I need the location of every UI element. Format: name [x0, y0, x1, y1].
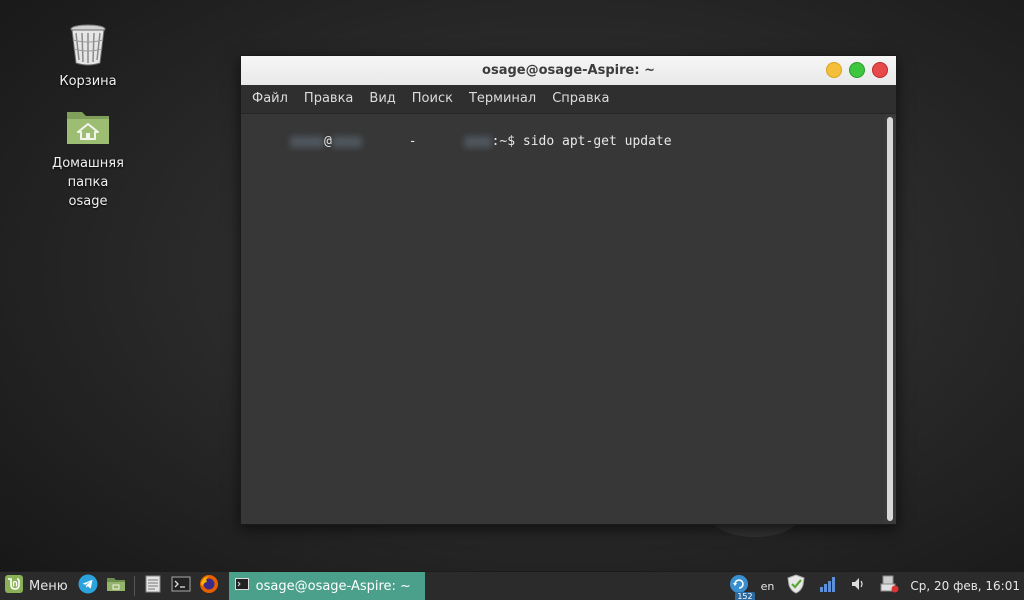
window-title: osage@osage-Aspire: ~	[482, 63, 655, 78]
menu-label: Меню	[29, 578, 68, 594]
menu-terminal[interactable]: Терминал	[461, 85, 544, 113]
launcher-telegram[interactable]	[76, 574, 100, 598]
maximize-button[interactable]	[849, 62, 865, 78]
terminal-window[interactable]: osage@osage-Aspire: ~ Файл Правка Вид По…	[240, 55, 897, 525]
terminal-command: sido apt-get update	[522, 134, 672, 149]
launcher-files[interactable]	[104, 574, 128, 598]
taskbar-window-label: osage@osage-Aspire: ~	[255, 578, 411, 594]
tray-network[interactable]	[880, 574, 900, 598]
close-button[interactable]	[872, 62, 888, 78]
signal-icon	[818, 574, 838, 598]
taskbar-separator	[133, 576, 135, 596]
network-icon	[880, 574, 900, 598]
desktop-icon-home-folder[interactable]: Домашняя папка osage	[33, 102, 143, 211]
trash-icon	[64, 20, 112, 68]
terminal-output[interactable]: @ - :~$ sido apt-get update	[241, 114, 884, 524]
minimize-button[interactable]	[826, 62, 842, 78]
tray-network-signal[interactable]	[818, 574, 838, 598]
redacted-host	[331, 135, 362, 148]
tray-security[interactable]	[786, 574, 806, 598]
menu-search[interactable]: Поиск	[404, 85, 461, 113]
terminal-icon	[234, 577, 249, 595]
desktop-icon-trash[interactable]: Корзина	[33, 20, 143, 91]
trash-label: Корзина	[59, 74, 117, 89]
mint-menu-button[interactable]: Меню	[0, 572, 74, 600]
clock[interactable]: Ср, 20 фев, 16:01	[910, 579, 1020, 593]
tray-volume[interactable]	[850, 575, 868, 597]
terminal-icon	[171, 574, 191, 598]
files-icon	[106, 574, 126, 598]
firefox-icon	[199, 574, 219, 598]
shield-icon	[786, 574, 806, 598]
launcher-text-editor[interactable]	[141, 574, 165, 598]
mint-menu-icon	[4, 574, 24, 598]
launcher-firefox[interactable]	[197, 574, 221, 598]
launcher-terminal[interactable]	[169, 574, 193, 598]
volume-icon	[850, 575, 868, 597]
prompt-suffix: :~$	[491, 134, 523, 149]
prompt-dash: -	[408, 134, 417, 149]
tray-keyboard-layout[interactable]: en	[761, 580, 775, 593]
terminal-line: @ - :~$ sido apt-get update	[243, 116, 884, 167]
text-editor-icon	[143, 574, 163, 598]
update-count-badge: 152	[735, 592, 755, 600]
terminal-menubar: Файл Правка Вид Поиск Терминал Справка	[241, 85, 896, 114]
menu-edit[interactable]: Правка	[296, 85, 361, 113]
scrollbar-thumb[interactable]	[887, 117, 893, 521]
window-controls	[826, 62, 888, 78]
menu-file[interactable]: Файл	[244, 85, 296, 113]
window-titlebar[interactable]: osage@osage-Aspire: ~	[241, 56, 896, 85]
redacted-host-suffix	[463, 135, 492, 148]
home-folder-label-line2: osage	[68, 194, 108, 209]
home-folder-label-line1: Домашняя папка	[52, 156, 124, 190]
keyboard-layout-label: en	[760, 579, 775, 593]
home-folder-icon	[64, 102, 112, 150]
terminal-scrollbar[interactable]	[884, 114, 896, 524]
taskbar-window-terminal[interactable]: osage@osage-Aspire: ~	[228, 572, 425, 600]
redacted-username	[289, 135, 324, 148]
system-tray: 152 en Ср, 20 фев, 16:01	[723, 572, 1024, 600]
tray-update-manager[interactable]: 152	[729, 574, 755, 600]
menu-help[interactable]: Справка	[544, 85, 617, 113]
telegram-icon	[78, 574, 98, 598]
prompt-at: @	[323, 134, 332, 149]
taskbar: Меню osage@osage-Aspire: ~ 152 en Ср, 20…	[0, 571, 1024, 600]
menu-view[interactable]: Вид	[361, 85, 403, 113]
